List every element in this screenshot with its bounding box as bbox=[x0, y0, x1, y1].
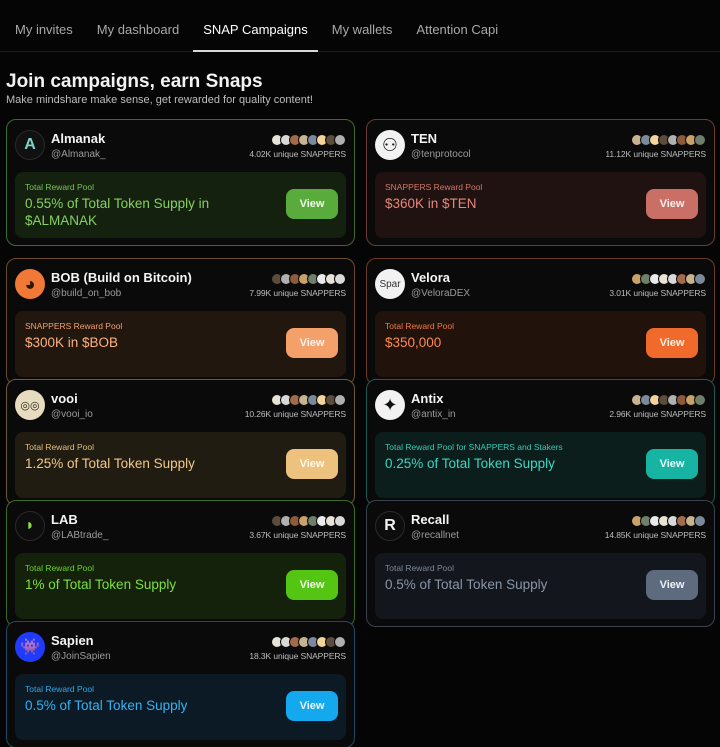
reward-pool: Total Reward Pool 1% of Total Token Supp… bbox=[15, 553, 346, 619]
unique-snappers-count: 4.02K unique SNAPPERS bbox=[249, 149, 346, 159]
campaign-card-sapien[interactable]: 👾 Sapien @JoinSapien 18.3K unique SNAPPE… bbox=[6, 621, 355, 747]
campaign-handle[interactable]: @Almanak_ bbox=[51, 149, 106, 160]
reward-pool-value: $300K in $BOB bbox=[25, 335, 119, 350]
view-button[interactable]: View bbox=[286, 328, 338, 358]
campaign-handle[interactable]: @LABtrade_ bbox=[51, 530, 108, 541]
snapper-avatar bbox=[694, 394, 706, 406]
snapper-avatar bbox=[694, 273, 706, 285]
ten-logo: ⚇ bbox=[375, 130, 405, 160]
almanak-logo: A bbox=[15, 130, 45, 160]
campaign-card-bob-build-on-bitcoin[interactable]: ◕ BOB (Build on Bitcoin) @build_on_bob 7… bbox=[6, 258, 355, 385]
bob-logo: ◕ bbox=[15, 269, 45, 299]
campaign-handle[interactable]: @JoinSapien bbox=[51, 651, 111, 662]
reward-pool: Total Reward Pool $350,000 View bbox=[375, 311, 706, 377]
reward-pool: Total Reward Pool 0.5% of Total Token Su… bbox=[375, 553, 706, 619]
campaign-card-ten[interactable]: ⚇ TEN @tenprotocol 11.12K unique SNAPPER… bbox=[366, 119, 715, 246]
campaign-card-lab[interactable]: ◗ LAB @LABtrade_ 3.67K unique SNAPPERS T… bbox=[6, 500, 355, 627]
campaign-name: Sapien bbox=[51, 633, 94, 648]
snapper-avatars bbox=[631, 515, 706, 527]
campaign-card-recall[interactable]: R Recall @recallnet 14.85K unique SNAPPE… bbox=[366, 500, 715, 627]
snapper-avatars bbox=[271, 515, 346, 527]
page-title: Join campaigns, earn Snaps bbox=[6, 71, 263, 92]
view-button[interactable]: View bbox=[286, 570, 338, 600]
reward-pool-value: 1.25% of Total Token Supply bbox=[25, 456, 195, 471]
campaign-card-velora[interactable]: Spar Velora @VeloraDEX 3.01K unique SNAP… bbox=[366, 258, 715, 385]
campaign-handle[interactable]: @vooi_io bbox=[51, 409, 93, 420]
view-button[interactable]: View bbox=[286, 449, 338, 479]
view-button[interactable]: View bbox=[646, 328, 698, 358]
tab-bar: My invites My dashboard SNAP Campaigns M… bbox=[0, 0, 720, 52]
lab-logo: ◗ bbox=[15, 511, 45, 541]
campaign-handle[interactable]: @build_on_bob bbox=[51, 288, 121, 299]
campaign-handle[interactable]: @tenprotocol bbox=[411, 149, 471, 160]
view-button[interactable]: View bbox=[286, 189, 338, 219]
campaign-name: BOB (Build on Bitcoin) bbox=[51, 270, 192, 285]
campaign-name: Velora bbox=[411, 270, 451, 285]
unique-snappers-count: 10.26K unique SNAPPERS bbox=[244, 409, 346, 419]
snapper-avatars bbox=[271, 394, 346, 406]
page-subtitle: Make mindshare make sense, get rewarded … bbox=[6, 94, 313, 106]
unique-snappers-count: 11.12K unique SNAPPERS bbox=[605, 149, 706, 159]
unique-snappers-count: 2.96K unique SNAPPERS bbox=[609, 409, 706, 419]
campaign-handle[interactable]: @antix_in bbox=[411, 409, 456, 420]
unique-snappers-count: 3.67K unique SNAPPERS bbox=[249, 530, 346, 540]
tab-my-wallets[interactable]: My wallets bbox=[332, 0, 393, 52]
reward-pool-value: 1% of Total Token Supply bbox=[25, 577, 177, 592]
view-button[interactable]: View bbox=[646, 449, 698, 479]
reward-pool: Total Reward Pool 0.55% of Total Token S… bbox=[15, 172, 346, 238]
vooi-logo: ◎◎ bbox=[15, 390, 45, 420]
view-button[interactable]: View bbox=[646, 189, 698, 219]
reward-pool-value: 0.25% of Total Token Supply bbox=[385, 456, 555, 471]
snapper-avatars bbox=[631, 134, 706, 146]
campaign-handle[interactable]: @VeloraDEX bbox=[411, 288, 470, 299]
unique-snappers-count: 18.3K unique SNAPPERS bbox=[249, 651, 346, 661]
sapien-logo: 👾 bbox=[15, 632, 45, 662]
reward-pool-value: 0.55% of Total Token Supply in $ALMANAK bbox=[25, 196, 210, 228]
unique-snappers-count: 7.99K unique SNAPPERS bbox=[249, 288, 346, 298]
snapper-avatars bbox=[271, 134, 346, 146]
campaign-name: TEN bbox=[411, 131, 437, 146]
reward-pool: Total Reward Pool 0.5% of Total Token Su… bbox=[15, 674, 346, 740]
reward-pool-value: 0.5% of Total Token Supply bbox=[25, 698, 188, 713]
reward-pool-value: 0.5% of Total Token Supply bbox=[385, 577, 548, 592]
campaign-name: vooi bbox=[51, 391, 78, 406]
reward-pool: SNAPPERS Reward Pool $300K in $BOB View bbox=[15, 311, 346, 377]
campaign-name: LAB bbox=[51, 512, 78, 527]
reward-pool-value: $350,000 bbox=[385, 335, 442, 350]
tab-my-dashboard[interactable]: My dashboard bbox=[97, 0, 179, 52]
reward-pool-value: $360K in $TEN bbox=[385, 196, 477, 211]
snapper-avatar bbox=[694, 134, 706, 146]
campaign-name: Almanak bbox=[51, 131, 106, 146]
snapper-avatars bbox=[271, 636, 346, 648]
campaign-name: Recall bbox=[411, 512, 450, 527]
unique-snappers-count: 14.85K unique SNAPPERS bbox=[604, 530, 706, 540]
campaign-handle[interactable]: @recallnet bbox=[411, 530, 459, 541]
snapper-avatar bbox=[334, 134, 346, 146]
unique-snappers-count: 3.01K unique SNAPPERS bbox=[609, 288, 706, 298]
campaign-card-vooi[interactable]: ◎◎ vooi @vooi_io 10.26K unique SNAPPERS … bbox=[6, 379, 355, 506]
reward-pool: SNAPPERS Reward Pool $360K in $TEN View bbox=[375, 172, 706, 238]
snapper-avatars bbox=[631, 273, 706, 285]
campaign-card-antix[interactable]: ✦ Antix @antix_in 2.96K unique SNAPPERS … bbox=[366, 379, 715, 506]
velora-logo: Spar bbox=[375, 269, 405, 299]
tab-my-invites[interactable]: My invites bbox=[15, 0, 73, 52]
snapper-avatar bbox=[334, 515, 346, 527]
campaign-name: Antix bbox=[411, 391, 444, 406]
recall-logo: R bbox=[375, 511, 405, 541]
snapper-avatar bbox=[334, 394, 346, 406]
reward-pool: Total Reward Pool for SNAPPERS and Stake… bbox=[375, 432, 706, 498]
snapper-avatars bbox=[271, 273, 346, 285]
tab-attention-capital[interactable]: Attention Capi bbox=[416, 0, 498, 52]
snapper-avatars bbox=[631, 394, 706, 406]
reward-pool: Total Reward Pool 1.25% of Total Token S… bbox=[15, 432, 346, 498]
snapper-avatar bbox=[334, 636, 346, 648]
view-button[interactable]: View bbox=[286, 691, 338, 721]
campaign-card-almanak[interactable]: A Almanak @Almanak_ 4.02K unique SNAPPER… bbox=[6, 119, 355, 246]
view-button[interactable]: View bbox=[646, 570, 698, 600]
tab-snap-campaigns[interactable]: SNAP Campaigns bbox=[193, 0, 318, 52]
snapper-avatar bbox=[334, 273, 346, 285]
antix-logo: ✦ bbox=[375, 390, 405, 420]
snapper-avatar bbox=[694, 515, 706, 527]
